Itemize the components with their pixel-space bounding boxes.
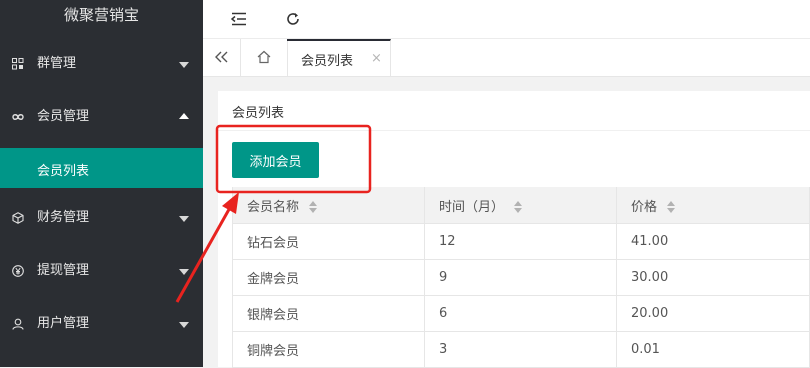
column-header-price[interactable]: 价格 [616,187,810,224]
sidebar-item-withdrawal-management[interactable]: 提现管理 [0,249,203,293]
yen-icon [12,265,24,277]
table-header-row: 会员名称 时间（月） 价格 [232,187,810,224]
table-row[interactable]: 银牌会员 6 20.00 [232,295,810,332]
grid-icon [12,58,24,70]
table-cell: 20.00 [616,295,810,332]
column-header-duration[interactable]: 时间（月） [424,187,617,224]
sidebar-item-user-management[interactable]: 用户管理 [0,302,203,346]
table-cell: 12 [424,223,617,260]
user-icon [12,318,24,330]
chevron-down-icon [179,322,189,328]
tab-member-list[interactable]: 会员列表 × [287,39,391,76]
column-header-label: 时间（月） [439,199,505,215]
table-cell: 9 [424,259,617,296]
table-cell: 30.00 [616,259,810,296]
tab-bar: 会员列表 × [203,39,810,77]
chevron-down-icon [179,62,189,68]
chevron-down-icon [179,269,189,275]
table-cell: 金牌会员 [232,259,425,296]
table-cell: 钻石会员 [232,223,425,260]
column-header-label: 会员名称 [247,199,300,215]
home-icon[interactable] [240,39,288,76]
sidebar-item-group-management[interactable]: 群管理 [0,42,203,86]
close-icon[interactable]: × [371,51,382,66]
table-cell: 铜牌会员 [232,331,425,368]
top-toolbar [203,0,810,39]
add-member-button[interactable]: 添加会员 [232,142,319,178]
double-chevron-left-icon[interactable] [203,39,241,76]
table-cell: 银牌会员 [232,295,425,332]
table-cell: 41.00 [616,223,810,260]
sort-icon[interactable] [667,201,677,213]
table-row[interactable]: 金牌会员 9 30.00 [232,259,810,296]
card-title: 会员列表 [232,106,285,121]
member-table: 会员名称 时间（月） 价格 钻石会员 12 41.00 金牌会员 9 30.00… [232,187,810,368]
refresh-icon[interactable] [282,8,304,30]
tab-label: 会员列表 [301,54,354,69]
app-title: 微聚营销宝 [63,6,139,24]
chevron-up-icon [179,113,189,119]
sort-icon[interactable] [514,201,524,213]
member-list-card: 会员列表 添加会员 会员名称 时间（月） 价格 钻石会员 12 41.00 金牌… [218,91,810,368]
sidebar-subitem-label: 会员列表 [37,164,90,179]
column-header-name[interactable]: 会员名称 [232,187,425,224]
infinity-icon [12,114,24,120]
sidebar-subitem-member-list[interactable]: 会员列表 [0,148,203,188]
sidebar-item-label: 会员管理 [37,109,90,124]
sidebar-item-finance-management[interactable]: 财务管理 [0,196,203,240]
card-header: 会员列表 [218,91,810,131]
sidebar-item-member-management[interactable]: 会员管理 [0,95,203,139]
sidebar-item-label: 财务管理 [37,210,90,225]
sidebar-item-label: 用户管理 [37,316,90,331]
chevron-down-icon [179,216,189,222]
table-row[interactable]: 铜牌会员 3 0.01 [232,331,810,368]
sidebar: 微聚营销宝 群管理 会员管理 会员列表 财务管理 提现管理 用户管理 [0,0,203,367]
table-cell: 0.01 [616,331,810,368]
column-header-label: 价格 [631,199,658,215]
sort-icon[interactable] [309,201,319,213]
table-cell: 3 [424,331,617,368]
table-row[interactable]: 钻石会员 12 41.00 [232,223,810,260]
indent-icon[interactable] [228,8,250,30]
sidebar-item-label: 群管理 [37,56,77,71]
sidebar-item-label: 提现管理 [37,263,90,278]
cube-icon [12,212,24,224]
table-cell: 6 [424,295,617,332]
